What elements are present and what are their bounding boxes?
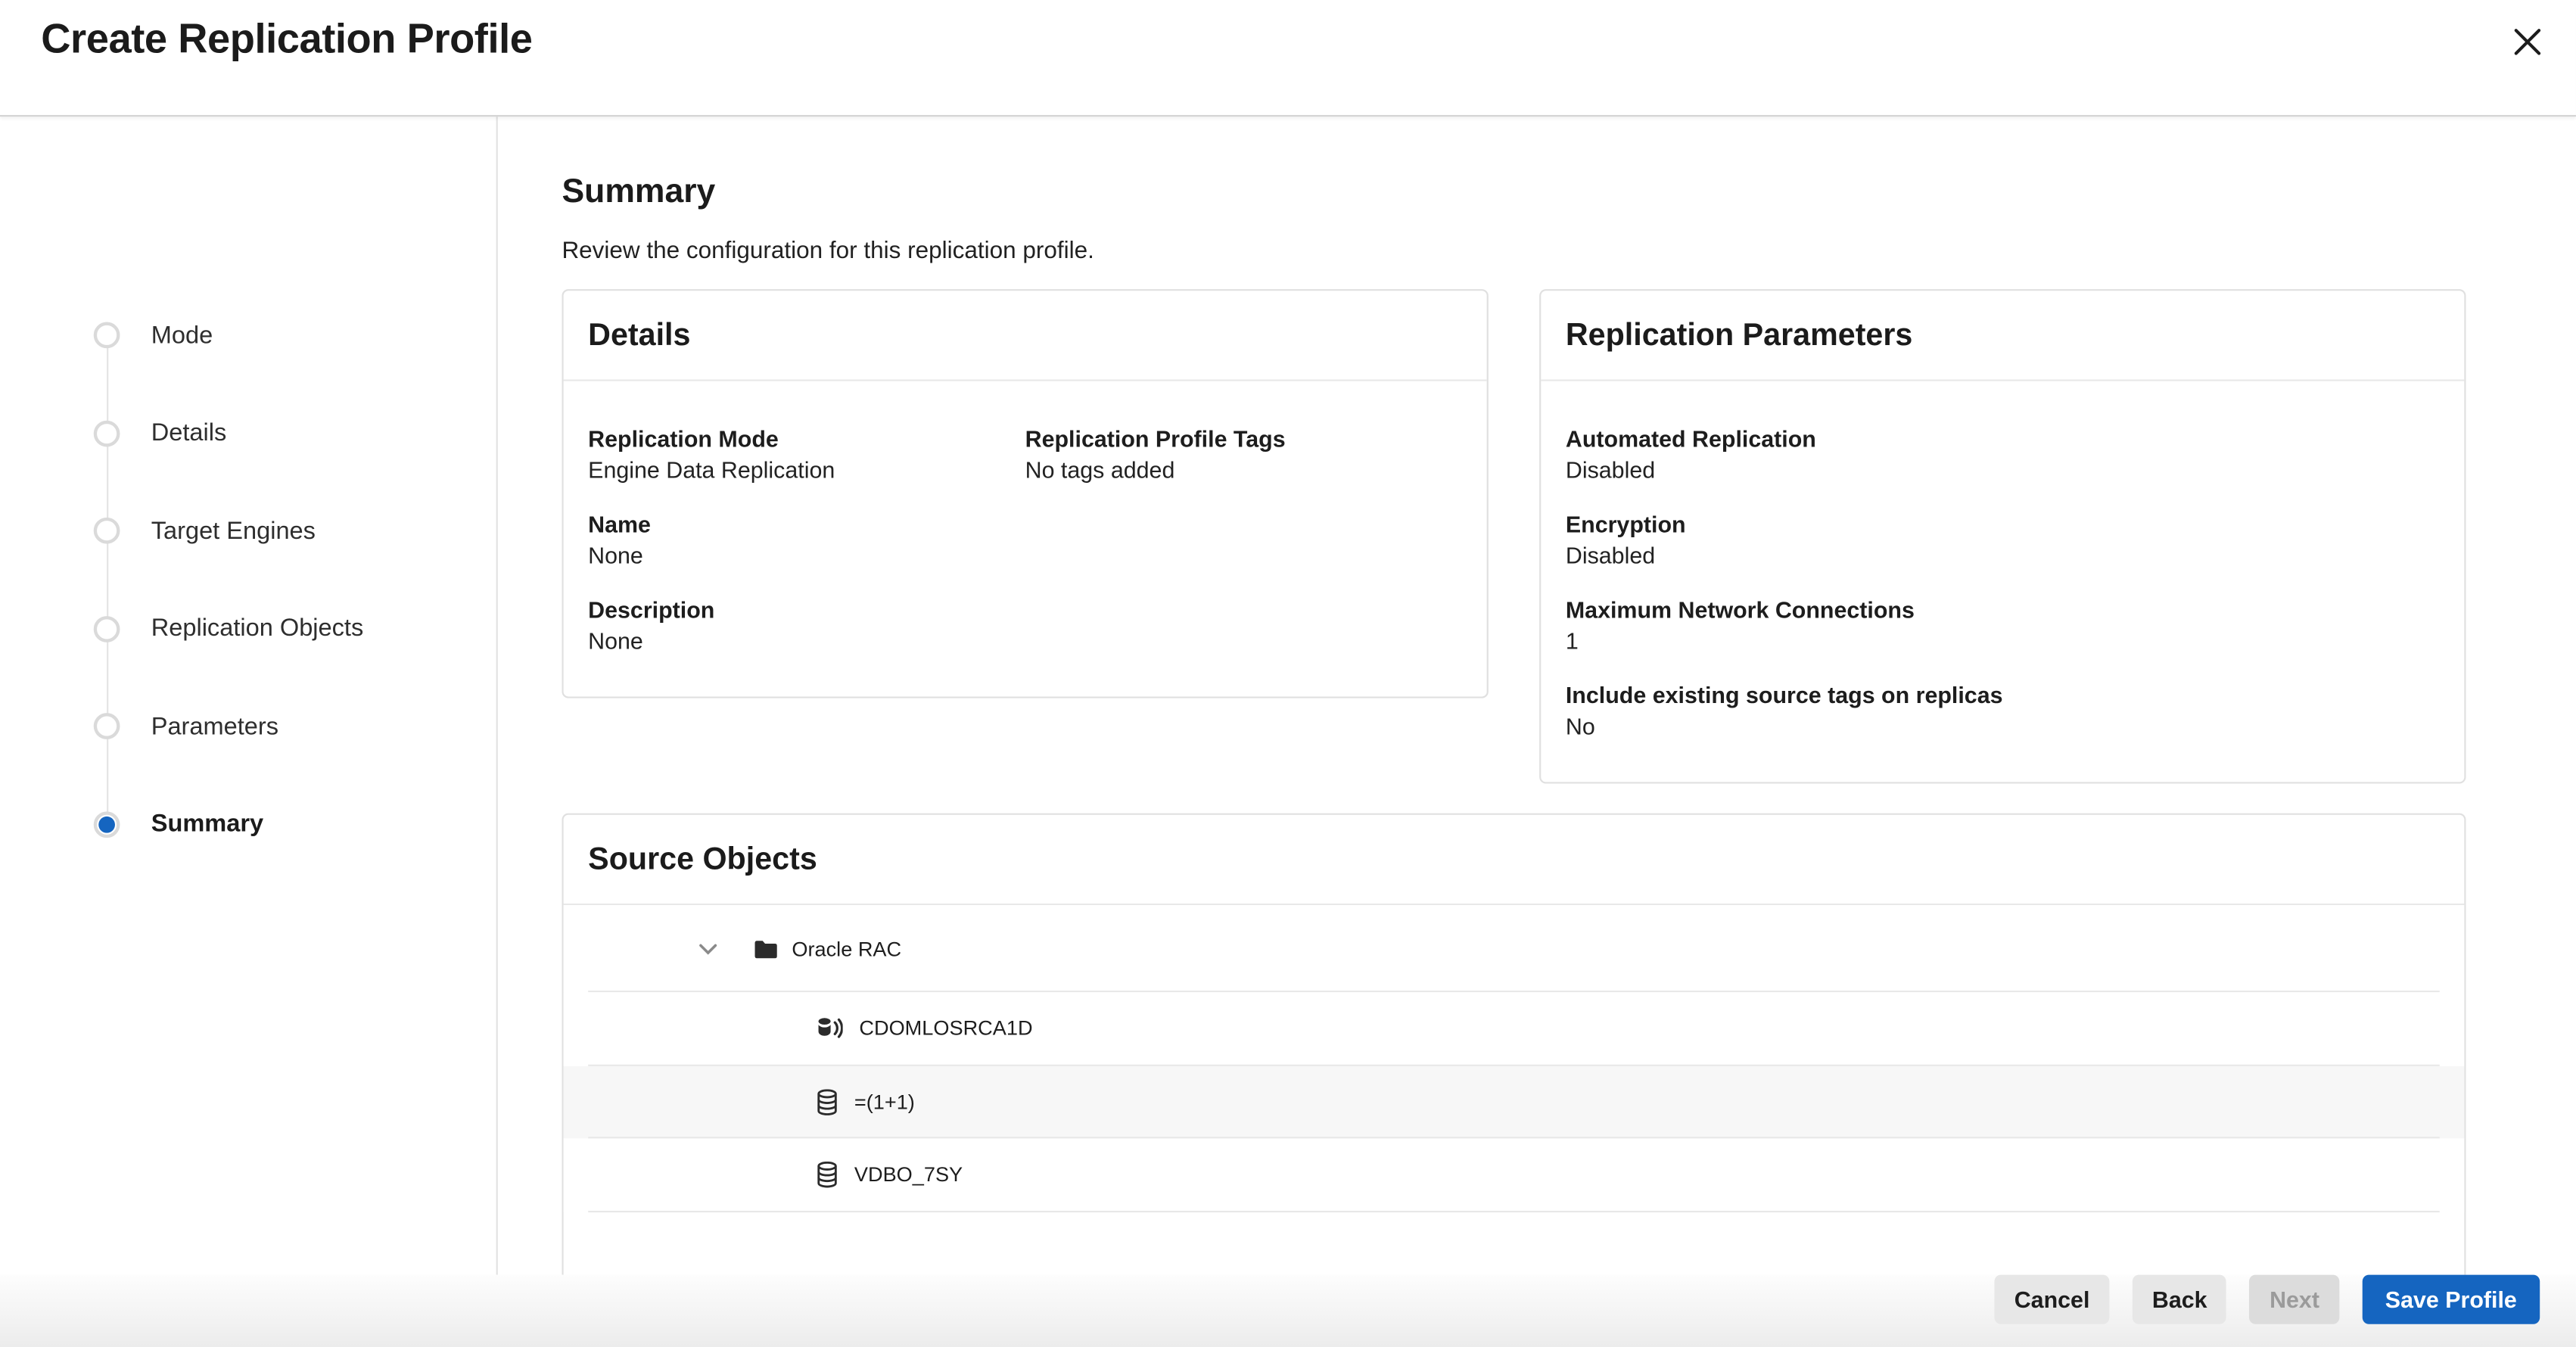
field-name: Name None — [588, 509, 1025, 571]
source-objects-card: Source Objects Oracle RAC — [562, 813, 2466, 1275]
field-encryption: Encryption Disabled — [1566, 509, 2440, 571]
replication-parameters-card: Replication Parameters Automated Replica… — [1539, 289, 2466, 783]
source-objects-card-title: Source Objects — [564, 815, 2465, 905]
tree-row-vdbo-7sy[interactable]: VDBO_7SY — [564, 1138, 2465, 1212]
details-card-title: Details — [564, 291, 1487, 381]
tree-row-cdomlosrca1d[interactable]: CDOMLOSRCA1D — [564, 992, 2465, 1065]
dialog-header: Create Replication Profile — [0, 0, 2576, 117]
database-icon — [817, 1089, 838, 1115]
dsource-icon — [817, 1017, 843, 1040]
tree-row-1plus1[interactable]: =(1+1) — [564, 1065, 2465, 1139]
step-label: Parameters — [151, 712, 278, 740]
close-button[interactable] — [2509, 23, 2545, 59]
page-title: Summary — [562, 173, 2467, 212]
field-replication-mode: Replication Mode Engine Data Replication — [588, 424, 1025, 486]
step-label: Target Engines — [151, 517, 316, 545]
step-circle-icon — [94, 322, 120, 348]
step-circle-icon — [94, 615, 120, 642]
field-replication-profile-tags: Replication Profile Tags No tags added — [1025, 424, 1462, 486]
stepper-connector-line — [106, 335, 108, 823]
next-button[interactable]: Next — [2250, 1275, 2339, 1324]
dialog-title: Create Replication Profile — [41, 17, 532, 64]
back-button[interactable]: Back — [2133, 1275, 2227, 1324]
close-icon — [2511, 26, 2542, 57]
chevron-down-icon[interactable] — [696, 938, 717, 960]
step-parameters[interactable]: Parameters — [94, 713, 278, 739]
dialog-footer: Cancel Back Next Save Profile — [0, 1275, 2576, 1347]
step-target-engines[interactable]: Target Engines — [94, 518, 316, 544]
step-replication-objects[interactable]: Replication Objects — [94, 615, 364, 642]
details-card: Details Replication Mode Engine Data Rep… — [562, 289, 1488, 698]
wizard-stepper: Mode Details Target Engines Replication … — [0, 117, 498, 1274]
create-replication-profile-dialog: Create Replication Profile Mode Details … — [0, 0, 2576, 1347]
database-icon — [817, 1162, 838, 1188]
cancel-button[interactable]: Cancel — [1995, 1275, 2110, 1324]
step-circle-icon — [94, 420, 120, 446]
step-label: Mode — [151, 321, 213, 349]
step-circle-icon — [94, 713, 120, 739]
field-include-existing-source-tags: Include existing source tags on replicas… — [1566, 680, 2440, 742]
field-automated-replication: Automated Replication Disabled — [1566, 424, 2440, 486]
step-summary-active[interactable]: Summary — [94, 810, 263, 837]
tree-row-oracle-rac[interactable]: Oracle RAC — [564, 905, 2465, 992]
tree-label: =(1+1) — [854, 1090, 915, 1113]
replication-parameters-card-title: Replication Parameters — [1541, 291, 2464, 381]
step-label: Details — [151, 419, 227, 447]
field-maximum-network-connections: Maximum Network Connections 1 — [1566, 595, 2440, 657]
step-details[interactable]: Details — [94, 420, 227, 446]
field-description: Description None — [588, 595, 1025, 657]
step-circle-icon — [94, 518, 120, 544]
step-label: Summary — [151, 810, 263, 838]
save-profile-button[interactable]: Save Profile — [2362, 1275, 2540, 1324]
page-subtitle: Review the configuration for this replic… — [562, 238, 2467, 265]
tree-label: Oracle RAC — [792, 937, 901, 960]
folder-icon — [754, 939, 776, 959]
step-mode[interactable]: Mode — [94, 322, 213, 348]
step-circle-active-icon — [94, 810, 120, 837]
tree-label: CDOMLOSRCA1D — [859, 1017, 1032, 1040]
summary-step-content: Summary Review the configuration for thi… — [562, 117, 2467, 1274]
tree-label: VDBO_7SY — [854, 1164, 963, 1187]
step-label: Replication Objects — [151, 614, 364, 642]
